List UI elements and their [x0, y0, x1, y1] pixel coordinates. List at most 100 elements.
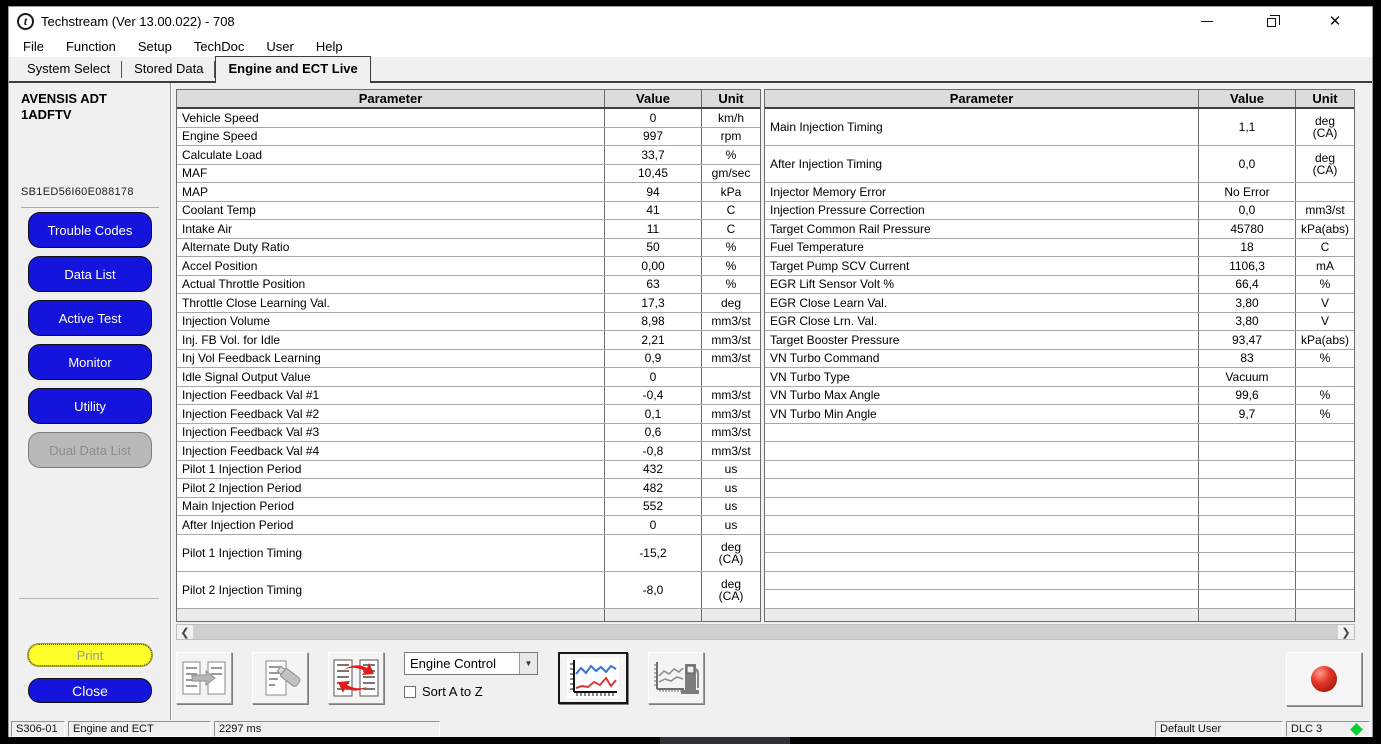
unit-cell: V: [1296, 313, 1354, 331]
table-row[interactable]: Pilot 2 Injection Timing-8,0deg(CA): [177, 572, 760, 609]
menu-item-setup[interactable]: Setup: [138, 39, 172, 54]
menu-item-file[interactable]: File: [23, 39, 44, 54]
table-row[interactable]: EGR Lift Sensor Volt %66,4%: [765, 276, 1354, 295]
unit-cell: mm3/st: [702, 387, 760, 405]
menu-item-user[interactable]: User: [266, 39, 293, 54]
table-row[interactable]: Main Injection Timing1,1deg(CA): [765, 109, 1354, 146]
ecu-select-dropdown[interactable]: Engine Control ▼: [404, 652, 538, 675]
close-button[interactable]: Close: [28, 678, 152, 703]
sidebar-button-active-test[interactable]: Active Test: [28, 300, 152, 336]
table-row[interactable]: Actual Throttle Position63%: [177, 276, 760, 295]
table-row[interactable]: Injection Volume8,98mm3/st: [177, 313, 760, 332]
table-row[interactable]: Injection Feedback Val #1-0,4mm3/st: [177, 387, 760, 406]
empty-row[interactable]: [765, 535, 1354, 554]
table-row[interactable]: VN Turbo Command83%: [765, 350, 1354, 369]
table-row[interactable]: MAP94kPa: [177, 183, 760, 202]
table-row[interactable]: Coolant Temp41C: [177, 202, 760, 221]
value-cell: 45780: [1199, 220, 1296, 238]
horizontal-scrollbar[interactable]: ❮ ❯: [176, 624, 1355, 640]
menu-item-function[interactable]: Function: [66, 39, 116, 54]
empty-row[interactable]: [765, 553, 1354, 572]
table-row[interactable]: Target Pump SCV Current1106,3mA: [765, 257, 1354, 276]
table-row[interactable]: EGR Close Lrn. Val.3,80V: [765, 313, 1354, 332]
table-row[interactable]: Pilot 1 Injection Timing-15,2deg(CA): [177, 535, 760, 572]
column-header-value: Value: [1199, 90, 1296, 107]
sort-checkbox[interactable]: [404, 686, 416, 698]
print-button[interactable]: Print: [28, 644, 152, 666]
table-row[interactable]: Inj Vol Feedback Learning0,9mm3/st: [177, 350, 760, 369]
table-row[interactable]: Injection Pressure Correction0,0mm3/st: [765, 202, 1354, 221]
empty-row[interactable]: [765, 572, 1354, 591]
table-row[interactable]: Engine Speed997rpm: [177, 128, 760, 147]
table-row[interactable]: Injector Memory ErrorNo Error: [765, 183, 1354, 202]
minimize-button[interactable]: [1200, 14, 1214, 28]
value-cell: Vacuum: [1199, 368, 1296, 386]
table-row[interactable]: Target Booster Pressure93,47kPa(abs): [765, 331, 1354, 350]
empty-row[interactable]: [765, 479, 1354, 498]
menu-item-help[interactable]: Help: [316, 39, 343, 54]
empty-row[interactable]: [765, 590, 1354, 609]
left-data-table: ParameterValueUnitVehicle Speed0km/hEngi…: [176, 89, 761, 622]
status-system: Engine and ECT: [68, 721, 211, 737]
table-row[interactable]: Pilot 1 Injection Period432us: [177, 461, 760, 480]
empty-row[interactable]: [765, 461, 1354, 480]
table-row[interactable]: Calculate Load33,7%: [177, 146, 760, 165]
tab-engine-and-ect-live[interactable]: Engine and ECT Live: [215, 56, 370, 83]
close-window-button[interactable]: ✕: [1328, 14, 1342, 28]
unit-cell: kPa(abs): [1296, 220, 1354, 238]
table-row[interactable]: Inj. FB Vol. for Idle2,21mm3/st: [177, 331, 760, 350]
table-row[interactable]: After Injection Period0us: [177, 516, 760, 535]
record-button[interactable]: [1286, 652, 1362, 706]
param-cell: Fuel Temperature: [765, 239, 1199, 257]
status-spacer: [443, 721, 1152, 737]
value-cell: 3,80: [1199, 313, 1296, 331]
fuel-graph-icon: [652, 658, 700, 698]
table-row[interactable]: Fuel Temperature18C: [765, 239, 1354, 258]
table-row[interactable]: Accel Position0,00%: [177, 257, 760, 276]
table-row[interactable]: Pilot 2 Injection Period482us: [177, 479, 760, 498]
table-row[interactable]: Idle Signal Output Value0: [177, 368, 760, 387]
empty-row[interactable]: [765, 424, 1354, 443]
swap-lists-button[interactable]: [328, 652, 384, 704]
chevron-down-icon[interactable]: ▼: [519, 653, 537, 674]
sidebar-button-utility[interactable]: Utility: [28, 388, 152, 424]
restore-button[interactable]: [1264, 14, 1278, 28]
table-row[interactable]: Injection Feedback Val #30,6mm3/st: [177, 424, 760, 443]
table-row[interactable]: MAF10,45gm/sec: [177, 165, 760, 184]
table-row[interactable]: VN Turbo TypeVacuum: [765, 368, 1354, 387]
restore-icon: [1267, 18, 1276, 27]
line-graph-button[interactable]: [558, 652, 628, 704]
table-row[interactable]: VN Turbo Min Angle9,7%: [765, 405, 1354, 424]
scroll-left-icon[interactable]: ❮: [177, 625, 193, 639]
unit-cell: mA: [1296, 257, 1354, 275]
table-row[interactable]: Vehicle Speed0km/h: [177, 109, 760, 128]
table-row[interactable]: Alternate Duty Ratio50%: [177, 239, 760, 258]
table-row[interactable]: EGR Close Learn Val.3,80V: [765, 294, 1354, 313]
value-cell: 0,6: [605, 424, 702, 442]
sidebar-button-monitor[interactable]: Monitor: [28, 344, 152, 380]
scroll-right-icon[interactable]: ❯: [1338, 625, 1354, 639]
empty-row[interactable]: [765, 516, 1354, 535]
tab-stored-data[interactable]: Stored Data: [122, 57, 215, 81]
unit-cell: mm3/st: [702, 442, 760, 460]
param-cell: Engine Speed: [177, 128, 605, 146]
table-row[interactable]: Main Injection Period552us: [177, 498, 760, 517]
tab-system-select[interactable]: System Select: [15, 57, 122, 81]
sort-a-to-z[interactable]: Sort A to Z: [404, 684, 538, 699]
param-cell: Target Booster Pressure: [765, 331, 1199, 349]
table-row[interactable]: After Injection Timing0,0deg(CA): [765, 146, 1354, 183]
table-row[interactable]: Throttle Close Learning Val.17,3deg: [177, 294, 760, 313]
sidebar-button-trouble-codes[interactable]: Trouble Codes: [28, 212, 152, 248]
menu-item-techdoc[interactable]: TechDoc: [194, 39, 245, 54]
param-cell: VN Turbo Type: [765, 368, 1199, 386]
sidebar-button-data-list[interactable]: Data List: [28, 256, 152, 292]
empty-row[interactable]: [765, 442, 1354, 461]
unit-cell: deg(CA): [702, 535, 760, 571]
sidebar-button-dual-data-list: Dual Data List: [28, 432, 152, 468]
table-row[interactable]: VN Turbo Max Angle99,6%: [765, 387, 1354, 406]
empty-row[interactable]: [765, 498, 1354, 517]
table-row[interactable]: Injection Feedback Val #20,1mm3/st: [177, 405, 760, 424]
table-row[interactable]: Intake Air11C: [177, 220, 760, 239]
table-row[interactable]: Target Common Rail Pressure45780kPa(abs): [765, 220, 1354, 239]
table-row[interactable]: Injection Feedback Val #4-0,8mm3/st: [177, 442, 760, 461]
